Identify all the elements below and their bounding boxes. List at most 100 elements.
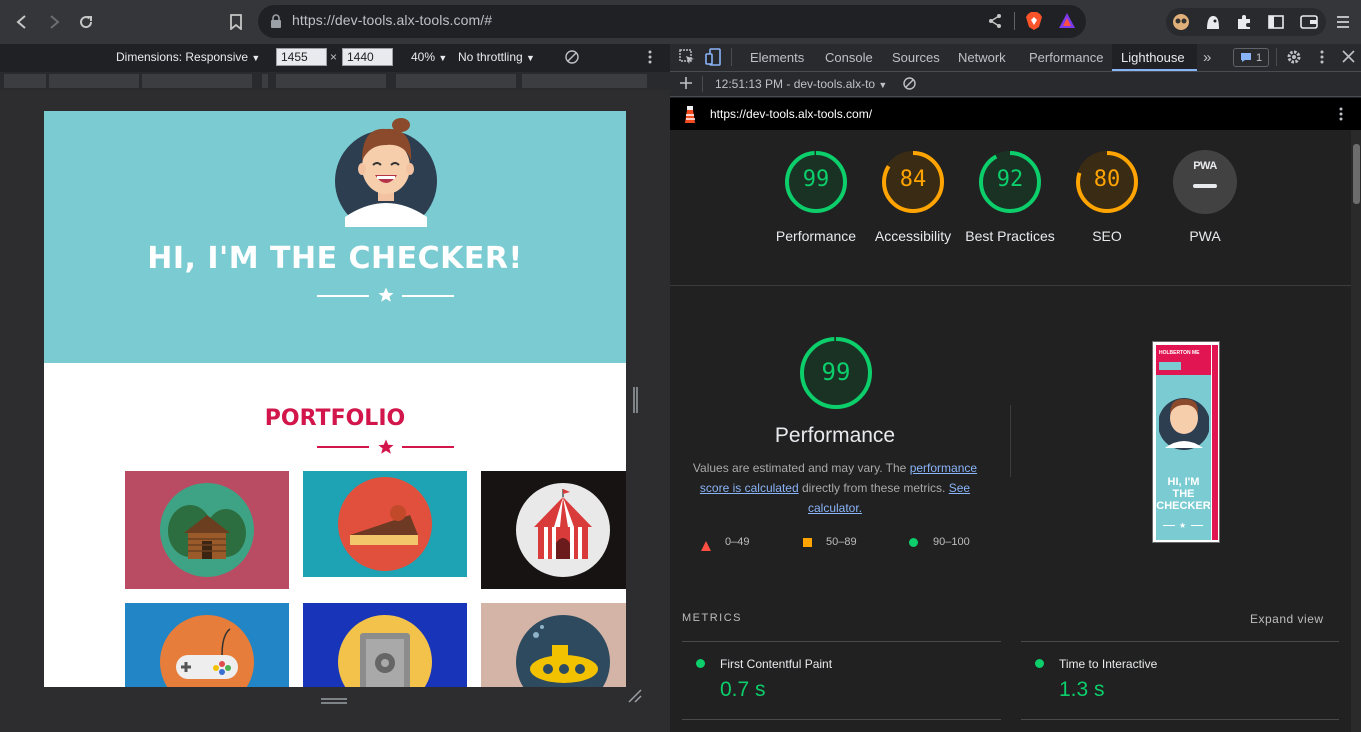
divider bbox=[1021, 719, 1339, 720]
portfolio-tile-circus[interactable] bbox=[481, 471, 626, 589]
lighthouse-logo-icon bbox=[683, 104, 697, 129]
dimensions-select[interactable]: Dimensions: Responsive ▼ bbox=[116, 50, 260, 64]
cake-icon bbox=[338, 477, 432, 571]
back-icon[interactable] bbox=[10, 10, 34, 34]
portfolio-tile-game-controller[interactable] bbox=[125, 603, 289, 687]
throttling-select[interactable]: No throttling ▼ bbox=[458, 50, 535, 64]
media-query-segment[interactable] bbox=[522, 74, 647, 88]
report-scrollbar-thumb[interactable] bbox=[1353, 144, 1360, 204]
bottom-resize-handle[interactable] bbox=[320, 692, 348, 704]
expand-view-toggle[interactable]: Expand view bbox=[1250, 612, 1324, 626]
throttling-label: No throttling bbox=[458, 50, 523, 64]
media-query-segment[interactable] bbox=[276, 74, 386, 88]
tab-network[interactable]: Network bbox=[949, 44, 1015, 71]
tab-performance[interactable]: Performance bbox=[1020, 44, 1112, 71]
forward-icon[interactable] bbox=[42, 10, 66, 34]
zoom-select[interactable]: 40% ▼ bbox=[411, 50, 447, 64]
tab-lighthouse[interactable]: Lighthouse bbox=[1112, 44, 1197, 71]
url-text[interactable]: https://dev-tools.alx-tools.com/# bbox=[292, 12, 492, 28]
metric-fcp-label: First Contentful Paint bbox=[720, 657, 833, 671]
gauge-1[interactable]: 84 bbox=[881, 150, 945, 219]
bookmark-icon[interactable] bbox=[224, 10, 248, 34]
media-query-segment[interactable] bbox=[142, 74, 252, 88]
pwa-gauge[interactable]: PWA bbox=[1173, 150, 1237, 214]
customize-devtools-icon[interactable] bbox=[1319, 49, 1325, 70]
gauge-score: 80 bbox=[1093, 167, 1121, 192]
more-options-icon[interactable] bbox=[647, 49, 653, 70]
divider bbox=[682, 641, 1001, 642]
cabin-icon bbox=[160, 483, 254, 577]
final-screenshot-thumbnail[interactable]: HOLBERTON ME HI, I'M THE CHECKER ★ bbox=[1152, 341, 1220, 543]
brave-rewards-icon[interactable] bbox=[1058, 12, 1076, 35]
wallet-icon[interactable] bbox=[1298, 11, 1320, 33]
caret-down-icon: ▼ bbox=[438, 53, 448, 63]
divider bbox=[402, 295, 454, 297]
inspect-element-icon[interactable] bbox=[679, 49, 695, 70]
clear-reports-icon[interactable] bbox=[903, 77, 916, 95]
report-select[interactable]: 12:51:13 PM - dev-tools.alx-to ▼ bbox=[715, 77, 887, 91]
avatar bbox=[335, 117, 437, 232]
media-query-segment[interactable] bbox=[4, 74, 46, 88]
pwa-label: PWA bbox=[1189, 228, 1221, 244]
dimensions-label: Dimensions: Responsive bbox=[116, 50, 249, 64]
width-input[interactable]: 1455 bbox=[276, 48, 327, 66]
height-input[interactable]: 1440 bbox=[342, 48, 393, 66]
extension-cat-icon[interactable] bbox=[1202, 11, 1224, 33]
more-tabs-icon[interactable]: » bbox=[1203, 49, 1211, 66]
rotate-icon[interactable] bbox=[565, 50, 579, 69]
submarine-icon bbox=[516, 615, 610, 687]
thumb-button bbox=[1159, 362, 1181, 370]
media-query-segment[interactable] bbox=[49, 74, 139, 88]
tab-elements[interactable]: Elements bbox=[741, 44, 813, 71]
issues-badge[interactable]: 1 bbox=[1233, 48, 1269, 67]
divider bbox=[1010, 405, 1011, 477]
portfolio-tile-submarine[interactable] bbox=[481, 603, 626, 687]
new-report-plus-icon[interactable] bbox=[680, 76, 692, 94]
legend-fail: 0–49 bbox=[725, 536, 750, 548]
tab-console[interactable]: Console bbox=[816, 44, 882, 71]
metric-tti-value: 1.3 s bbox=[1059, 678, 1105, 701]
device-toolbar-toggle-icon[interactable] bbox=[705, 48, 721, 71]
hero-title: HI, I'M THE CHECKER! bbox=[147, 241, 523, 276]
report-menu-icon[interactable] bbox=[1338, 106, 1344, 127]
gauge-label: Best Practices bbox=[965, 228, 1055, 244]
close-devtools-icon[interactable] bbox=[1342, 50, 1355, 68]
tab-sources[interactable]: Sources bbox=[883, 44, 949, 71]
portfolio-tile-cake[interactable] bbox=[303, 471, 467, 577]
sidebar-icon[interactable] bbox=[1265, 11, 1287, 33]
thumb-edge bbox=[1212, 345, 1218, 540]
share-icon[interactable] bbox=[987, 13, 1003, 34]
report-scrollbar[interactable] bbox=[1351, 130, 1361, 732]
gauge-2[interactable]: 92 bbox=[978, 150, 1042, 219]
caret-down-icon: ▼ bbox=[878, 80, 888, 90]
extensions-puzzle-icon[interactable] bbox=[1233, 11, 1255, 33]
divider bbox=[670, 285, 1351, 286]
desc-text: directly from these metrics. bbox=[801, 481, 946, 495]
portfolio-tile-safe[interactable] bbox=[303, 603, 467, 687]
portfolio-tile-cabin[interactable] bbox=[125, 471, 289, 589]
divider bbox=[702, 76, 703, 92]
brave-shields-icon[interactable] bbox=[1025, 11, 1043, 36]
gauge-3[interactable]: 80 bbox=[1075, 150, 1139, 219]
pass-circle-icon bbox=[696, 659, 705, 668]
gauge-0[interactable]: 99 bbox=[784, 150, 848, 219]
corner-resize-icon[interactable] bbox=[628, 689, 642, 708]
divider bbox=[402, 446, 454, 448]
menu-icon[interactable] bbox=[1332, 11, 1354, 33]
pwa-dash bbox=[1193, 184, 1217, 188]
right-resize-handle[interactable] bbox=[632, 386, 639, 414]
thumb-avatar bbox=[1158, 390, 1210, 455]
performance-title: Performance bbox=[774, 424, 896, 447]
settings-gear-icon[interactable] bbox=[1286, 49, 1302, 70]
media-query-segment[interactable] bbox=[262, 74, 268, 88]
issues-icon bbox=[1240, 53, 1251, 62]
thumb-brand: HOLBERTON ME bbox=[1159, 350, 1200, 356]
reload-icon[interactable] bbox=[74, 10, 98, 34]
emulated-page: HI, I'M THE CHECKER! PORTFOLIO bbox=[44, 111, 626, 687]
pass-circle-icon bbox=[909, 538, 918, 547]
performance-big-score: 99 bbox=[821, 358, 851, 386]
report-url[interactable]: https://dev-tools.alx-tools.com/ bbox=[710, 107, 872, 121]
extension-avatar-icon[interactable] bbox=[1170, 11, 1192, 33]
media-query-segment[interactable] bbox=[396, 74, 516, 88]
caret-down-icon: ▼ bbox=[526, 53, 535, 63]
